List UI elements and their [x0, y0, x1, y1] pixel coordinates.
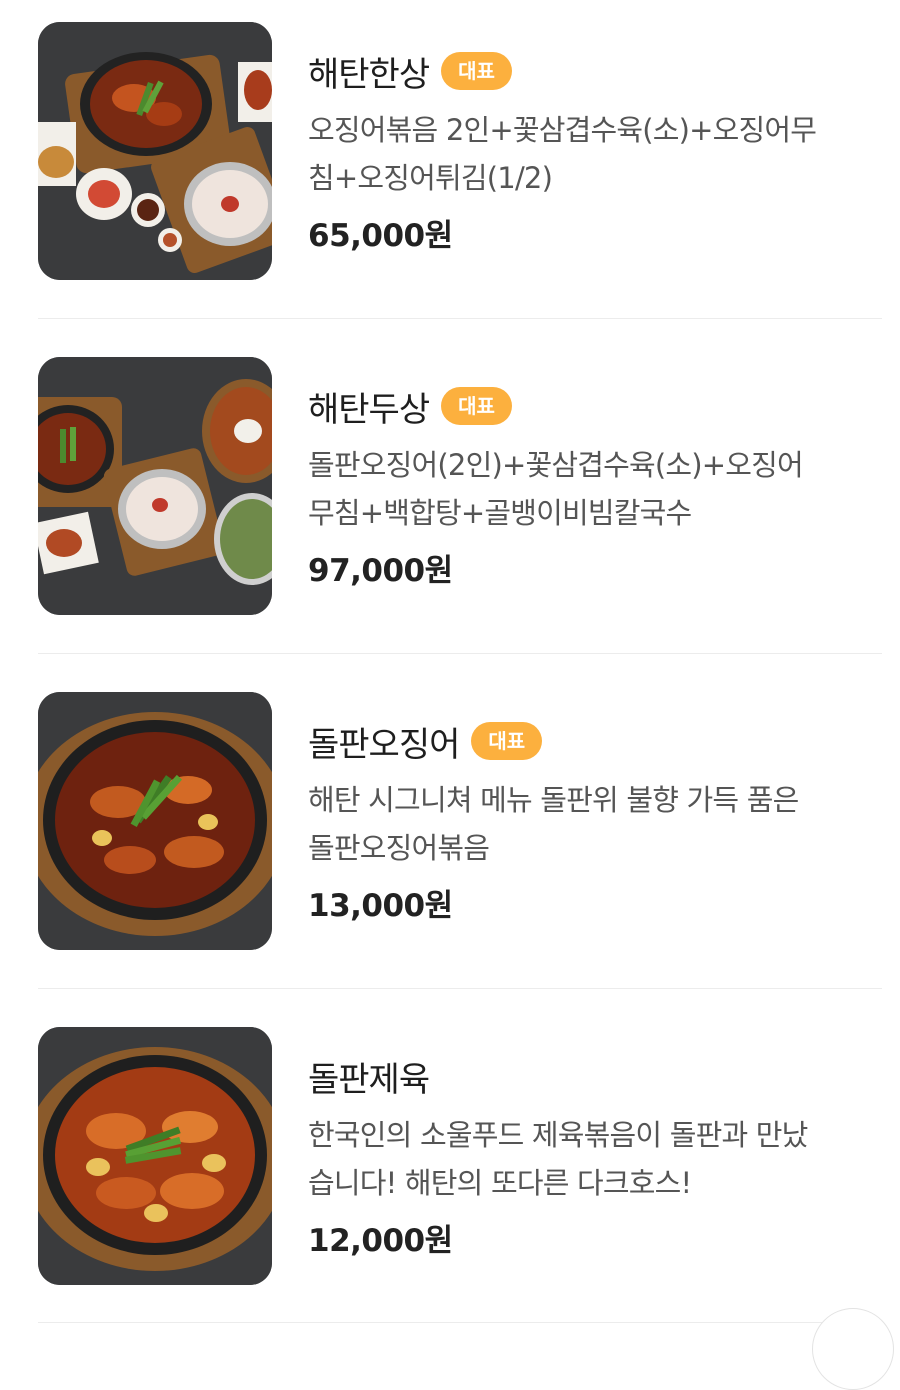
stir-fried-squid-photo-icon: [38, 692, 272, 950]
stir-fried-pork-photo-icon: [38, 1027, 272, 1285]
menu-item-description: 돌판오징어(2인)+꽃삼겹수육(소)+오징어 무침+백합탕+골뱅이비빔칼국수: [308, 441, 882, 537]
description-line: 해탄 시그니쳐 메뉴 돌판위 불향 가득 품은: [308, 783, 799, 817]
item-divider: [38, 653, 882, 654]
scroll-to-top-button[interactable]: [812, 1308, 894, 1390]
menu-item-price: 65,000원: [308, 210, 453, 255]
description-line: 침+오징어튀김(1/2): [308, 161, 553, 195]
menu-item-title-row: 돌판오징어 대표: [308, 716, 543, 766]
item-divider: [38, 988, 882, 989]
menu-item-title-row: 돌판제육: [308, 1051, 430, 1101]
description-line: 오징어볶음 2인+꽃삼겹수육(소)+오징어무: [308, 113, 817, 147]
description-line: 돌판오징어볶음: [308, 831, 490, 865]
description-line: 무침+백합탕+골뱅이비빔칼국수: [308, 496, 692, 530]
set-meal-photo-icon: [38, 357, 272, 615]
menu-item-price: 13,000원: [308, 880, 453, 925]
menu-item-description: 한국인의 소울푸드 제육볶음이 돌판과 만났 습니다! 해탄의 또다른 다크호스…: [308, 1111, 882, 1207]
menu-item[interactable]: 해탄한상 대표 오징어볶음 2인+꽃삼겹수육(소)+오징어무 침+오징어튀김(1…: [38, 22, 882, 280]
price-value: 65,000: [308, 218, 425, 254]
menu-item-photo: [38, 692, 272, 950]
menu-item-name: 돌판오징어: [308, 724, 460, 765]
menu-item-name: 해탄한상: [308, 54, 430, 95]
menu-item-price: 12,000원: [308, 1215, 453, 1260]
set-meal-photo-icon: [38, 22, 272, 280]
menu-item[interactable]: 해탄두상 대표 돌판오징어(2인)+꽃삼겹수육(소)+오징어 무침+백합탕+골뱅…: [38, 357, 882, 615]
price-value: 13,000: [308, 888, 425, 924]
signature-badge: 대표: [441, 52, 512, 90]
item-divider: [38, 318, 882, 319]
menu-item-photo: [38, 357, 272, 615]
price-value: 97,000: [308, 553, 425, 589]
menu-item-description: 해탄 시그니쳐 메뉴 돌판위 불향 가득 품은 돌판오징어볶음: [308, 776, 882, 872]
menu-item-title-row: 해탄한상 대표: [308, 46, 512, 96]
menu-item[interactable]: 돌판제육 한국인의 소울푸드 제육볶음이 돌판과 만났 습니다! 해탄의 또다른…: [38, 1027, 882, 1285]
price-currency: 원: [424, 888, 454, 924]
menu-item-photo: [38, 22, 272, 280]
price-currency: 원: [424, 1223, 454, 1259]
menu-item[interactable]: 돌판오징어 대표 해탄 시그니쳐 메뉴 돌판위 불향 가득 품은 돌판오징어볶음…: [38, 692, 882, 950]
menu-item-photo: [38, 1027, 272, 1285]
description-line: 돌판오징어(2인)+꽃삼겹수육(소)+오징어: [308, 448, 804, 482]
price-currency: 원: [424, 218, 454, 254]
price-currency: 원: [424, 553, 454, 589]
menu-item-name: 돌판제육: [308, 1059, 430, 1100]
description-line: 한국인의 소울푸드 제육볶음이 돌판과 만났: [308, 1118, 808, 1152]
menu-item-description: 오징어볶음 2인+꽃삼겹수육(소)+오징어무 침+오징어튀김(1/2): [308, 106, 882, 202]
price-value: 12,000: [308, 1223, 425, 1259]
description-line: 습니다! 해탄의 또다른 다크호스!: [308, 1166, 692, 1200]
menu-item-title-row: 해탄두상 대표: [308, 381, 512, 431]
signature-badge: 대표: [441, 387, 512, 425]
menu-item-price: 97,000원: [308, 545, 453, 590]
signature-badge: 대표: [471, 722, 543, 760]
menu-item-name: 해탄두상: [308, 389, 430, 430]
